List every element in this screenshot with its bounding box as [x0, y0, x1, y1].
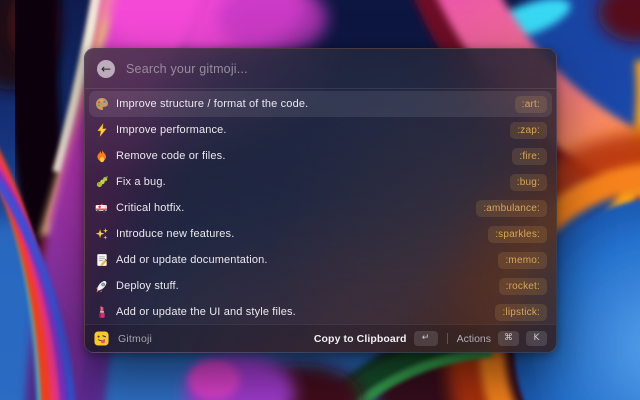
zap-icon [94, 123, 109, 137]
gitmoji-list-item[interactable]: Deploy stuff. :rocket: [89, 273, 552, 299]
command-key-badge: ⌘ [498, 331, 519, 346]
gitmoji-code-badge: :ambulance: [476, 200, 547, 217]
gitmoji-list: Improve structure / format of the code.:… [85, 89, 556, 324]
rocket-icon [94, 279, 109, 293]
gitmoji-list-item[interactable]: Introduce new features. :sparkles: [89, 221, 552, 247]
search-bar: ← [85, 49, 556, 88]
gitmoji-list-item[interactable]: Fix a bug. :bug: [89, 169, 552, 195]
bug-icon [94, 175, 109, 189]
back-button[interactable]: ← [97, 60, 115, 78]
gitmoji-description: Add or update documentation. [116, 254, 491, 266]
primary-action-label[interactable]: Copy to Clipboard [314, 333, 407, 345]
gitmoji-description: Introduce new features. [116, 228, 481, 240]
gitmoji-description: Remove code or files. [116, 150, 505, 162]
footer-divider [447, 333, 448, 344]
gitmoji-code-badge: :memo: [498, 252, 547, 269]
gitmoji-description: Deploy stuff. [116, 280, 492, 292]
gitmoji-description: Improve structure / format of the code. [116, 98, 508, 110]
ambulance-icon [94, 201, 109, 215]
gitmoji-description: Improve performance. [116, 124, 503, 136]
fire-icon [94, 149, 109, 163]
gitmoji-list-item[interactable]: Improve performance. :zap: [89, 117, 552, 143]
gitmoji-list-item[interactable]: Critical hotfix. :ambulance: [89, 195, 552, 221]
memo-icon [94, 253, 109, 267]
palette-icon [94, 97, 109, 111]
gitmoji-code-badge: :rocket: [499, 278, 547, 295]
gitmoji-list-item[interactable]: Improve structure / format of the code.:… [89, 91, 552, 117]
search-input[interactable] [124, 61, 544, 77]
k-key-badge: K [526, 331, 547, 346]
gitmoji-description: Add or update the UI and style files. [116, 306, 488, 318]
gitmoji-code-badge: :zap: [510, 122, 547, 139]
extension-name: Gitmoji [118, 333, 152, 345]
gitmoji-list-item[interactable]: Add or update the UI and style files. :li… [89, 299, 552, 324]
gitmoji-list-item[interactable]: Add or update documentation. :memo: [89, 247, 552, 273]
gitmoji-code-badge: :sparkles: [488, 226, 547, 243]
gitmoji-search-window: ← Improve structure / format of the code… [84, 48, 557, 353]
gitmoji-description: Fix a bug. [116, 176, 503, 188]
back-arrow-icon: ← [101, 60, 111, 78]
gitmoji-code-badge: :art: [515, 96, 547, 113]
enter-key-badge: ↵ [414, 331, 438, 346]
gitmoji-code-badge: :fire: [512, 148, 547, 165]
lipstick-icon [94, 305, 109, 319]
actions-menu-label[interactable]: Actions [457, 333, 491, 345]
gitmoji-description: Critical hotfix. [116, 202, 469, 214]
gitmoji-code-badge: :lipstick: [495, 304, 547, 321]
footer-bar: Gitmoji Copy to Clipboard ↵ Actions ⌘ K [85, 324, 556, 352]
gitmoji-code-badge: :bug: [510, 174, 547, 191]
gitmoji-logo-icon [94, 331, 109, 346]
sparkles-icon [94, 227, 109, 241]
gitmoji-list-item[interactable]: Remove code or files. :fire: [89, 143, 552, 169]
